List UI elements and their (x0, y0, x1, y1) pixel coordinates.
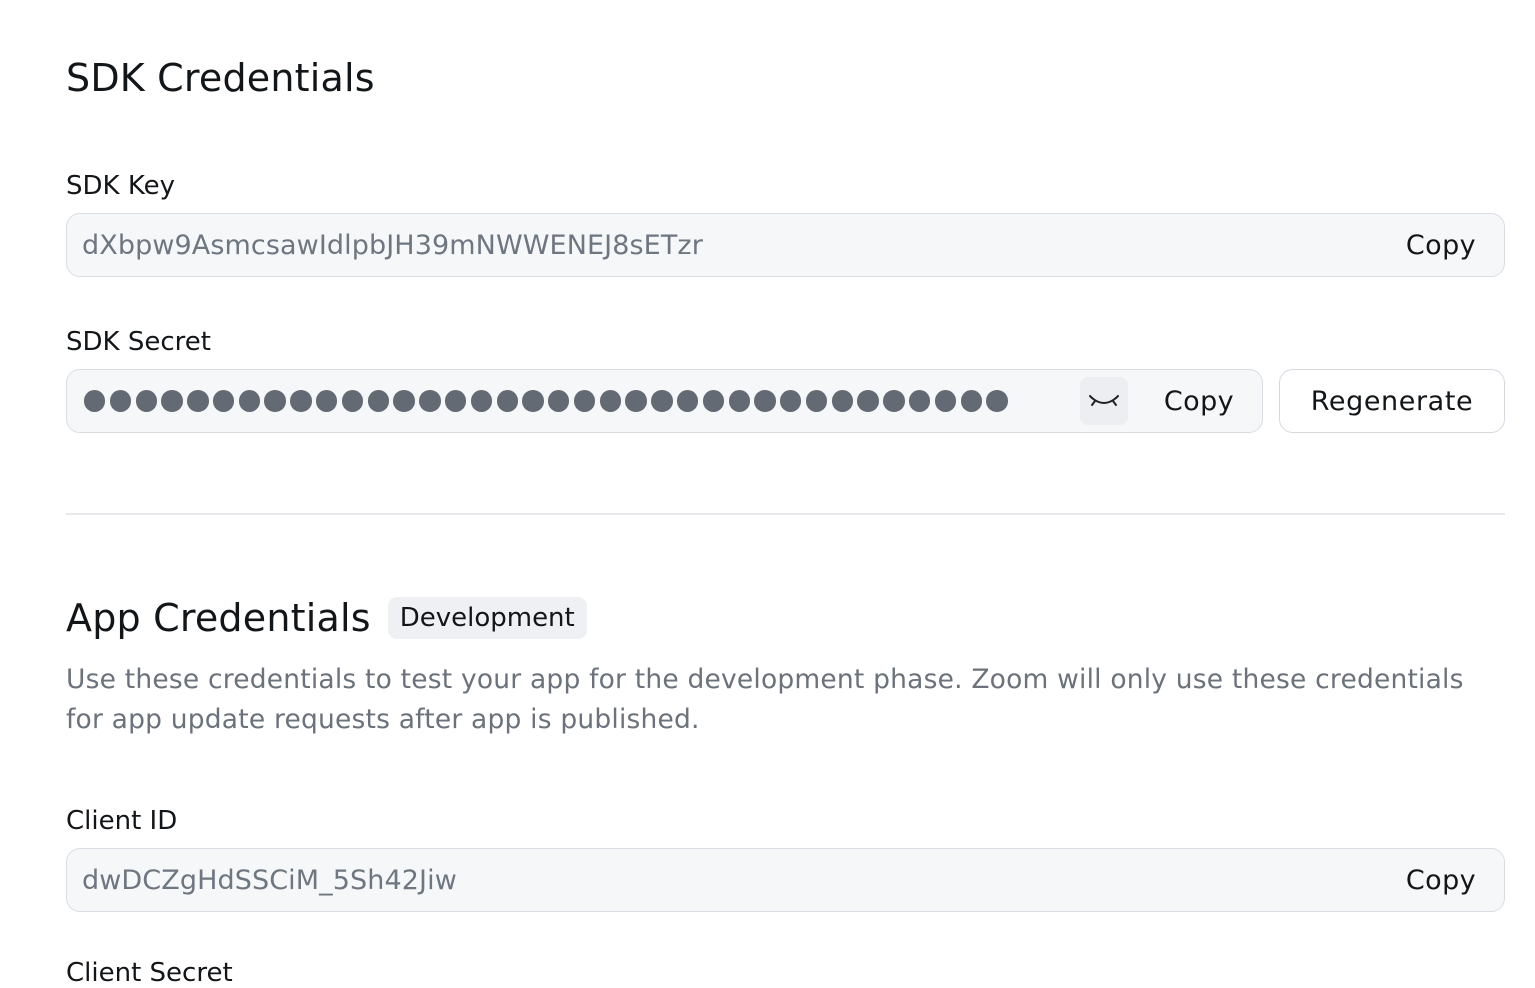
client-secret-label: Client Secret (66, 958, 233, 988)
regenerate-button[interactable]: Regenerate (1279, 369, 1505, 433)
mask-dot (573, 390, 596, 412)
sdk-secret-copy-button[interactable]: Copy (1164, 386, 1234, 417)
client-id-label: Client ID (66, 806, 178, 836)
mask-dot (135, 390, 157, 412)
mask-dot (780, 390, 802, 412)
sdk-key-value[interactable]: dXbpw9AsmcsawIdlpbJH39mNWWENEJ8sETzr (82, 230, 1406, 261)
toggle-visibility-button[interactable] (1079, 377, 1128, 425)
client-id-field[interactable]: dwDCZgHdSSCiM_5Sh42Jiw Copy (66, 848, 1505, 912)
mask-dot (419, 390, 441, 412)
mask-dot (109, 390, 132, 412)
mask-dot (548, 390, 570, 412)
mask-dot (84, 390, 106, 412)
mask-dot (702, 390, 725, 412)
mask-dot (187, 390, 209, 412)
client-id-value[interactable]: dwDCZgHdSSCiM_5Sh42Jiw (82, 865, 1406, 896)
mask-dot (986, 390, 1008, 412)
mask-dot (728, 390, 750, 412)
mask-dot (161, 390, 183, 412)
mask-dot (444, 390, 467, 412)
mask-dot (625, 390, 647, 412)
mask-dot (909, 390, 931, 412)
app-credentials-title: App Credentials (66, 596, 371, 640)
mask-dot (805, 390, 828, 412)
mask-dot (212, 390, 235, 412)
mask-dot (651, 390, 673, 412)
mask-dot (831, 390, 854, 412)
app-credentials-description: Use these credentials to test your app f… (66, 664, 1464, 735)
sdk-secret-masked-value (82, 390, 1080, 412)
sdk-secret-label: SDK Secret (66, 327, 211, 357)
mask-dot (470, 390, 493, 412)
app-credentials-header: App Credentials Development (66, 596, 587, 640)
mask-dot (960, 390, 982, 412)
mask-dot (857, 390, 879, 412)
mask-dot (238, 390, 261, 412)
eye-closed-icon (1088, 395, 1119, 406)
sdk-key-copy-button[interactable]: Copy (1406, 230, 1476, 261)
mask-dot (367, 390, 389, 412)
client-id-copy-button[interactable]: Copy (1406, 865, 1476, 896)
mask-dot (316, 390, 338, 412)
sdk-key-field[interactable]: dXbpw9AsmcsawIdlpbJH39mNWWENEJ8sETzr Cop… (66, 213, 1505, 277)
sdk-secret-field[interactable]: Copy (66, 369, 1263, 433)
sdk-key-label: SDK Key (66, 171, 175, 201)
environment-badge: Development (387, 597, 587, 639)
mask-dot (934, 390, 957, 412)
mask-dot (290, 390, 312, 412)
section-divider (66, 513, 1505, 515)
mask-dot (883, 390, 905, 412)
mask-dot (676, 390, 699, 412)
mask-dot (393, 390, 415, 412)
mask-dot (754, 390, 776, 412)
mask-dot (599, 390, 622, 412)
mask-dot (264, 390, 286, 412)
mask-dot (496, 390, 518, 412)
mask-dot (522, 390, 544, 412)
sdk-credentials-title: SDK Credentials (66, 56, 375, 100)
mask-dot (341, 390, 364, 412)
